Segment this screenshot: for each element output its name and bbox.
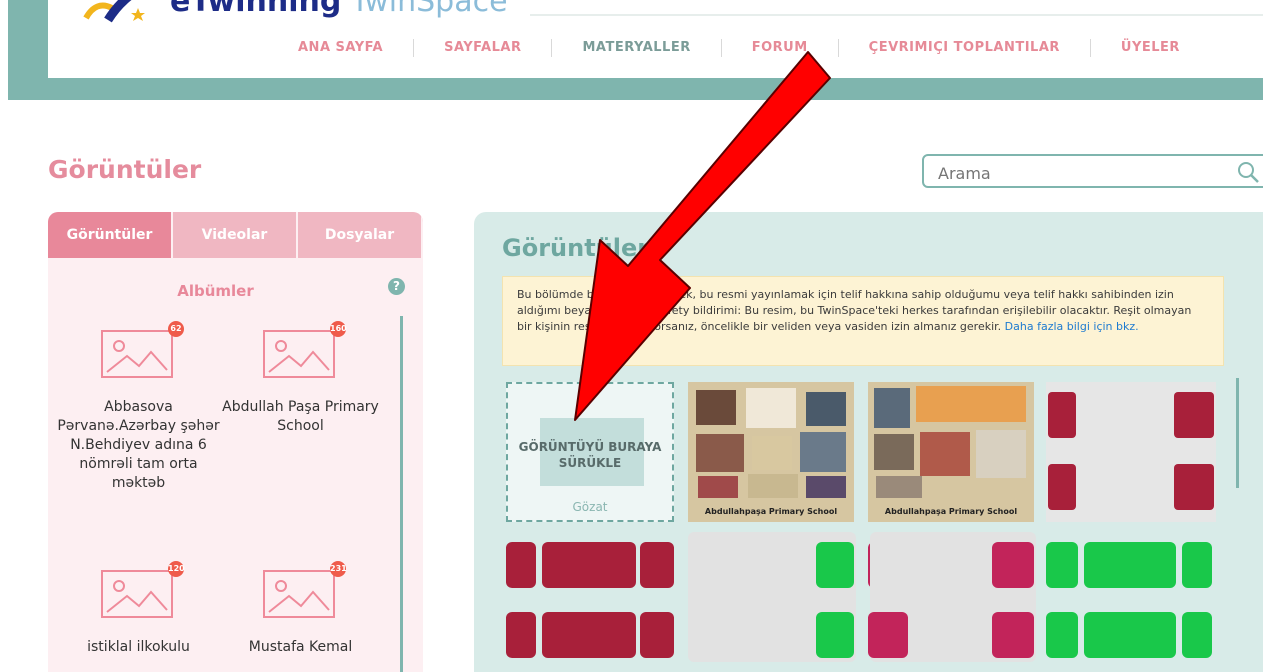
image-thumbnail[interactable] <box>992 542 1034 588</box>
album-name: Mustafa Kemal <box>248 639 353 655</box>
nav-cevrimici-toplantilar[interactable]: ÇEVRIMIÇI TOPLANTILAR <box>839 39 1091 57</box>
drop-zone-label: GÖRÜNTÜYÜ BURAYA SÜRÜKLE <box>518 440 662 470</box>
image-thumbnail[interactable] <box>816 612 854 658</box>
tab-dosyalar[interactable]: Dosyalar <box>298 212 423 258</box>
image-thumbnail[interactable]: Abdullahpaşa Primary School <box>868 382 1034 522</box>
album-count-badge: 231 <box>330 561 347 577</box>
image-placeholder-icon <box>101 330 173 378</box>
copyright-notice: Bu bölümde bir resim ekleyerek, bu resmi… <box>502 276 1224 366</box>
albums-heading: Albümler <box>177 282 254 300</box>
image-thumbnail[interactable] <box>1084 612 1176 658</box>
album-name: Abdullah Paşa Primary School <box>222 399 379 434</box>
collage-photo <box>696 388 846 498</box>
main-nav: ANA SAYFA SAYFALAR MATERYALLER FORUM ÇEV… <box>268 38 1180 58</box>
image-thumbnail[interactable] <box>868 612 908 658</box>
etwinning-logo[interactable]: eTwinning TwinSpace <box>78 0 538 30</box>
image-thumbnail[interactable] <box>1182 542 1212 588</box>
image-thumbnail[interactable] <box>992 612 1034 658</box>
tab-videolar[interactable]: Videolar <box>173 212 298 258</box>
nav-sayfalar[interactable]: SAYFALAR <box>414 39 553 57</box>
image-placeholder-icon <box>101 570 173 618</box>
nav-materyaller[interactable]: MATERYALLER <box>552 39 722 57</box>
image-thumbnail[interactable] <box>542 612 636 658</box>
media-sidebar: Görüntüler Videolar Dosyalar Albümler ? … <box>48 212 423 672</box>
more-info-link[interactable]: Daha fazla bilgi için bkz. <box>1005 320 1139 333</box>
search-icon[interactable] <box>1236 160 1260 184</box>
image-thumbnail[interactable] <box>1046 542 1078 588</box>
search-input[interactable] <box>936 162 1220 184</box>
album-count-badge: 120 <box>168 561 185 577</box>
card-photo <box>1048 392 1214 510</box>
image-grid <box>506 532 1226 672</box>
image-thumbnail[interactable] <box>542 542 636 588</box>
album-count-badge: 62 <box>168 321 184 337</box>
album-name: Abbasova Pərvanə.Azərbay şəhər N.Behdiye… <box>57 399 220 491</box>
thumbnail-caption: Abdullahpaşa Primary School <box>884 507 1018 516</box>
nav-uyeler[interactable]: ÜYELER <box>1091 39 1180 57</box>
image-thumbnail[interactable] <box>1046 382 1216 522</box>
thumbnail-caption: Abdullahpaşa Primary School <box>704 507 838 516</box>
header-divider <box>530 14 1263 16</box>
image-thumbnail[interactable]: Abdullahpaşa Primary School <box>688 382 854 522</box>
site-header: eTwinning TwinSpace ANA SAYFA SAYFALAR M… <box>48 0 1263 78</box>
image-thumbnail[interactable] <box>640 542 674 588</box>
image-placeholder-icon <box>263 570 335 618</box>
logo-swoosh-icon <box>83 0 145 23</box>
image-thumbnail[interactable] <box>1182 612 1212 658</box>
tab-goruntuler[interactable]: Görüntüler <box>48 212 173 258</box>
browse-button[interactable]: Gözat <box>508 500 672 514</box>
album-name: istiklal ilkokulu <box>87 639 190 655</box>
image-thumbnail[interactable] <box>1084 542 1176 588</box>
collage-photo <box>874 386 1026 498</box>
image-thumbnail[interactable] <box>816 542 854 588</box>
images-panel: Görüntüler Bu bölümde bir resim ekleyere… <box>474 212 1263 672</box>
page-title: Görüntüler <box>48 155 202 184</box>
image-thumbnail[interactable] <box>506 542 536 588</box>
panel-title: Görüntüler <box>502 234 650 262</box>
nav-forum[interactable]: FORUM <box>722 39 839 57</box>
image-drop-zone[interactable]: GÖRÜNTÜYÜ BURAYA SÜRÜKLE Gözat <box>506 382 674 522</box>
gallery-scrollbar[interactable] <box>1236 378 1239 488</box>
nav-ana-sayfa[interactable]: ANA SAYFA <box>268 39 415 57</box>
logo-text: eTwinning TwinSpace <box>170 0 508 19</box>
search-box[interactable] <box>922 154 1263 188</box>
image-thumbnail[interactable] <box>1046 612 1078 658</box>
media-tabs: Görüntüler Videolar Dosyalar <box>48 212 423 258</box>
album-count-badge: 160 <box>330 321 347 337</box>
help-icon[interactable]: ? <box>388 278 405 295</box>
image-thumbnail[interactable] <box>640 612 674 658</box>
image-thumbnail[interactable] <box>506 612 536 658</box>
sidebar-scrollbar[interactable] <box>400 316 403 672</box>
image-placeholder-icon <box>263 330 335 378</box>
